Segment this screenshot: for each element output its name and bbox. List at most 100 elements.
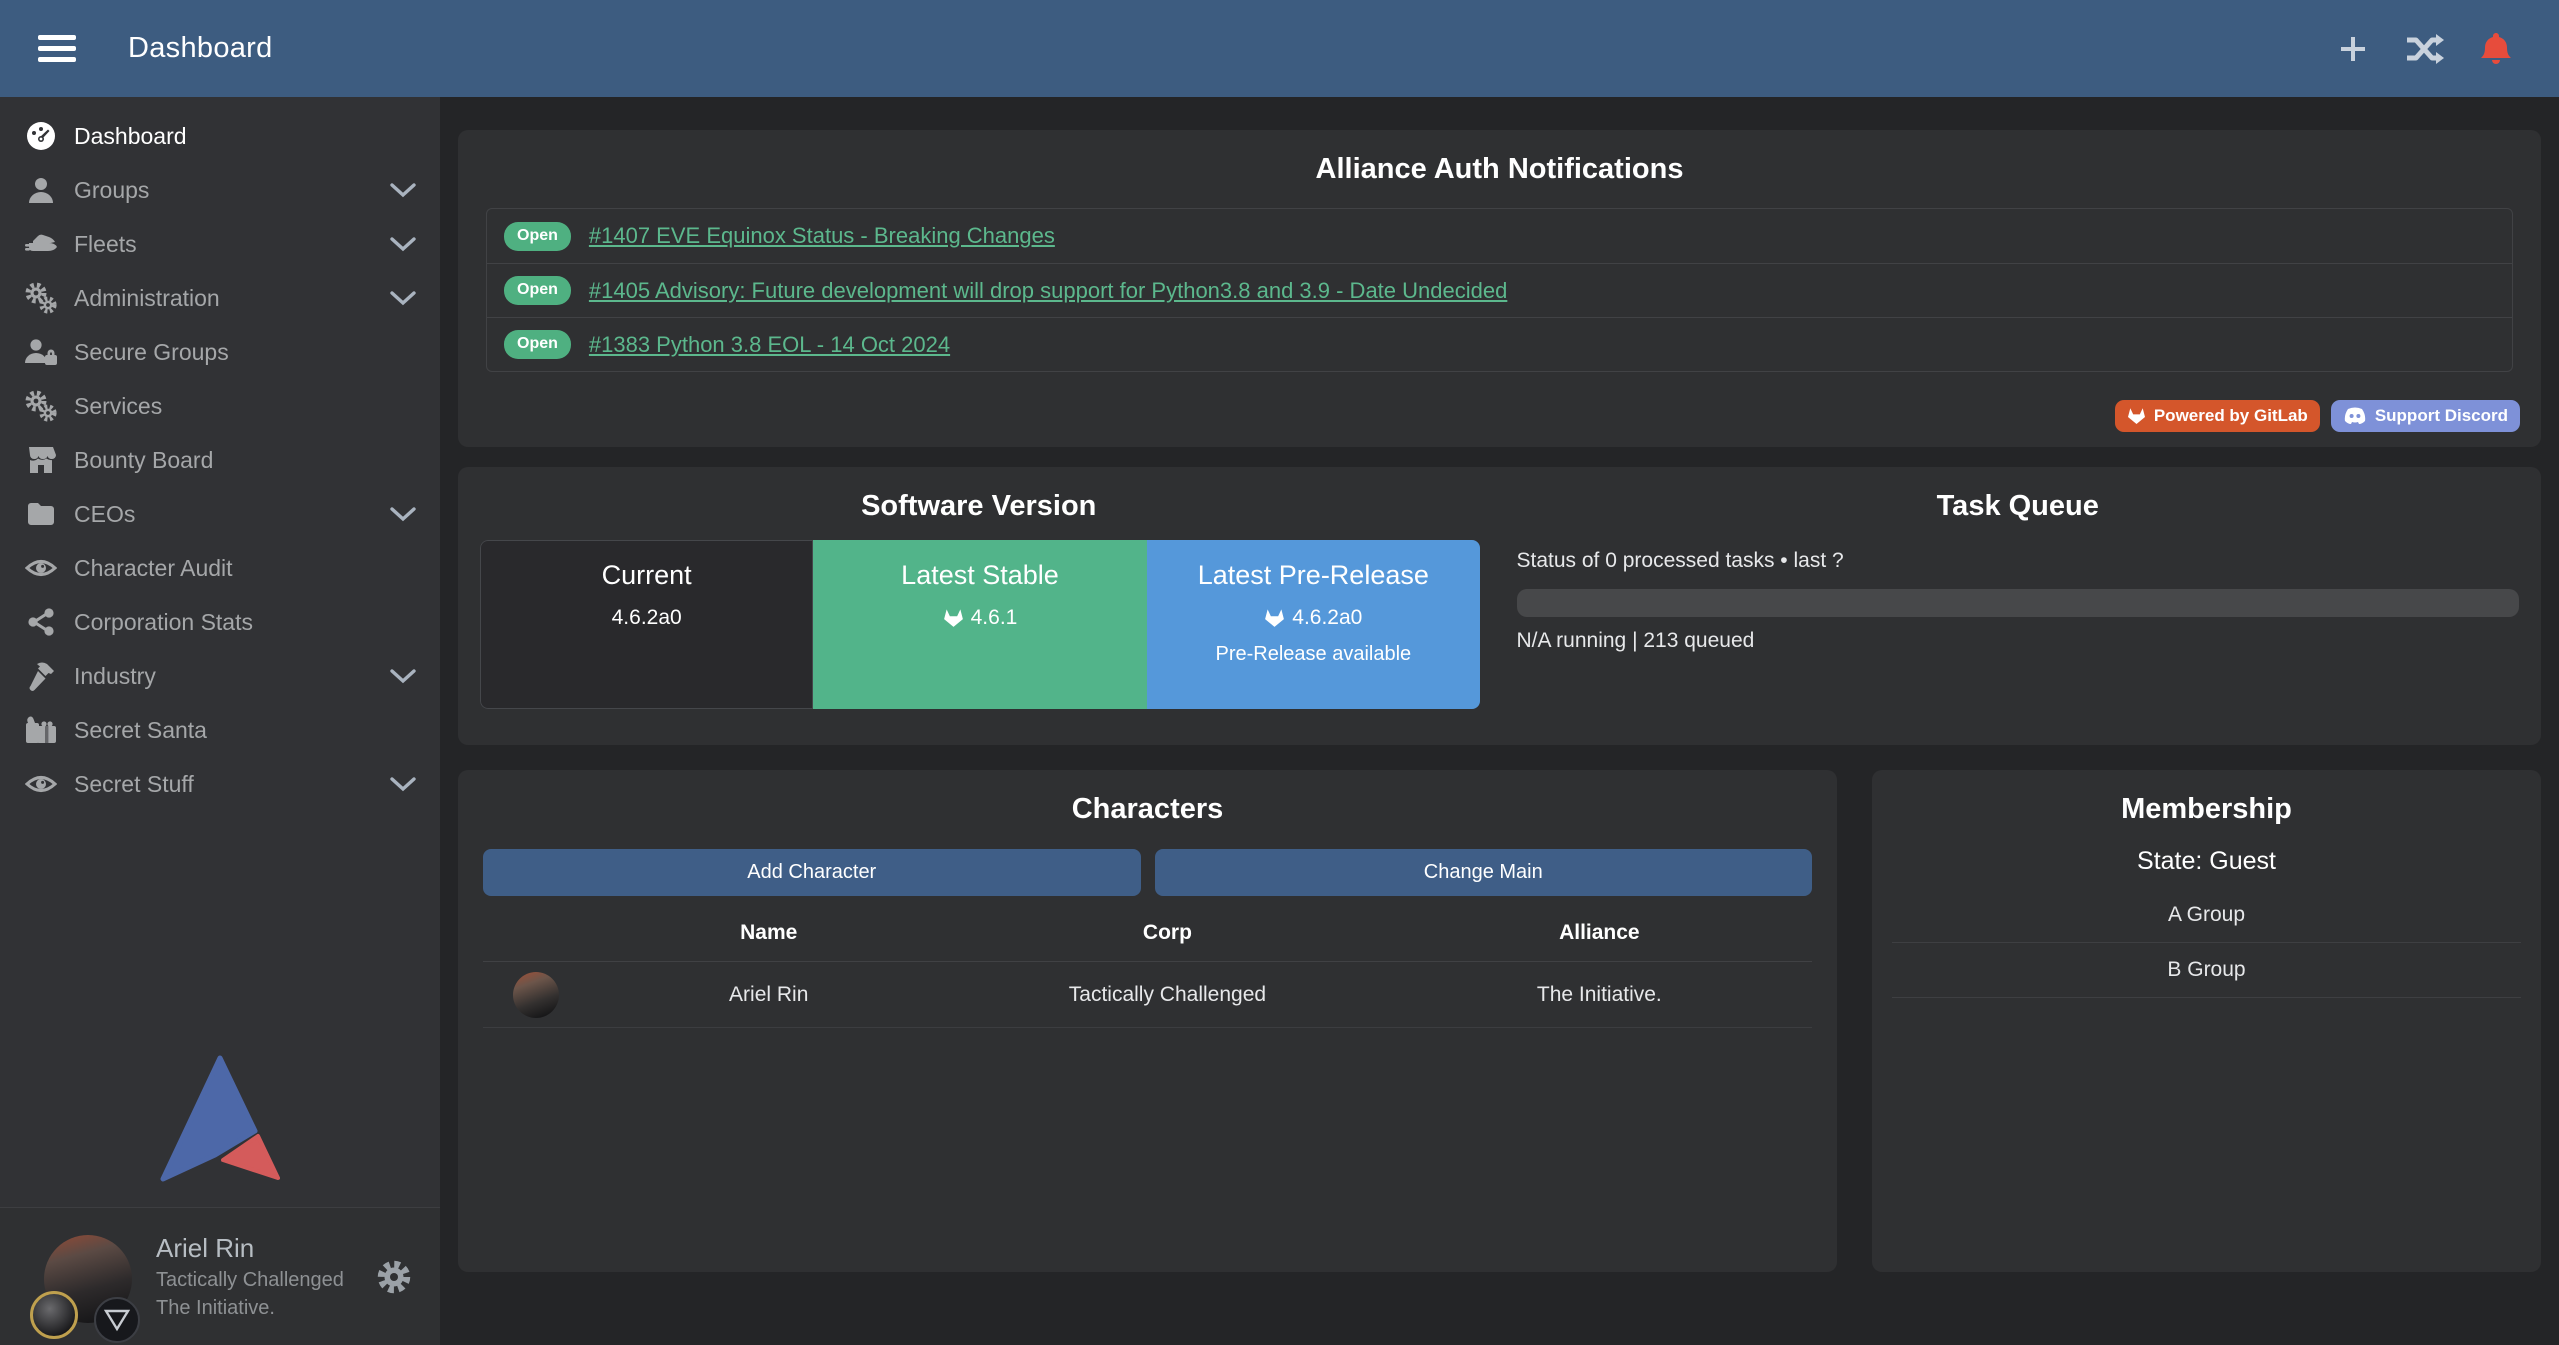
sidebar-item-label: Secret Stuff	[74, 771, 194, 798]
gear-icon[interactable]	[376, 1259, 412, 1295]
gitlab-badge[interactable]: Powered by GitLab	[2115, 400, 2320, 432]
notifications-panel: Alliance Auth Notifications Open #1407 E…	[458, 130, 2541, 447]
gitlab-icon	[1264, 608, 1285, 628]
sidebar-item-bounty-board[interactable]: Bounty Board	[0, 433, 440, 487]
version-stable-value: 4.6.1	[971, 606, 1018, 630]
sidebar-item-industry[interactable]: Industry	[0, 649, 440, 703]
sidebar-item-character-audit[interactable]: Character Audit	[0, 541, 440, 595]
user-alliance: The Initiative.	[156, 1297, 344, 1320]
sidebar-item-secret-stuff[interactable]: Secret Stuff	[0, 757, 440, 811]
cell-character-name: Ariel Rin	[589, 983, 948, 1007]
chevron-down-icon	[390, 291, 416, 306]
version-stable-label: Latest Stable	[813, 560, 1146, 591]
user-name: Ariel Rin	[156, 1233, 344, 1264]
sidebar-item-label: CEOs	[74, 501, 135, 528]
sidebar-item-groups[interactable]: Groups	[0, 163, 440, 217]
sidebar-item-dashboard[interactable]: Dashboard	[0, 109, 440, 163]
user-corp: Tactically Challenged	[156, 1269, 344, 1292]
sidebar-item-label: Secret Santa	[74, 717, 207, 744]
membership-groups-list: A Group B Group	[1892, 888, 2521, 998]
header-name: Name	[589, 921, 948, 945]
discord-icon	[2343, 407, 2367, 425]
notification-link[interactable]: #1383 Python 3.8 EOL - 14 Oct 2024	[589, 332, 950, 358]
plus-icon[interactable]	[2335, 31, 2371, 67]
sidebar-item-fleets[interactable]: Fleets	[0, 217, 440, 271]
list-item: A Group	[1892, 888, 2521, 943]
share-icon	[24, 607, 58, 637]
sidebar-item-label: Fleets	[74, 231, 137, 258]
page-title: Dashboard	[128, 32, 273, 65]
cell-character-alliance: The Initiative.	[1387, 983, 1812, 1007]
header-corp: Corp	[948, 921, 1387, 945]
sidebar-user-panel: Ariel Rin Tactically Challenged The Init…	[0, 1207, 440, 1345]
sidebar-item-secret-santa[interactable]: Secret Santa	[0, 703, 440, 757]
task-queue-progressbar	[1517, 589, 2520, 617]
notification-link[interactable]: #1405 Advisory: Future development will …	[589, 278, 1507, 304]
chevron-down-icon	[390, 777, 416, 792]
gifts-icon	[24, 715, 58, 745]
version-prerelease: Latest Pre-Release 4.6.2a0 Pre-Release a…	[1147, 540, 1480, 709]
notification-row: Open #1383 Python 3.8 EOL - 14 Oct 2024	[487, 317, 2512, 371]
membership-panel: Membership State: Guest A Group B Group	[1872, 770, 2541, 1272]
change-main-button[interactable]: Change Main	[1155, 849, 1813, 896]
shuttle-icon	[24, 229, 58, 259]
add-character-button[interactable]: Add Character	[483, 849, 1141, 896]
chevron-down-icon	[390, 669, 416, 684]
sidebar-item-administration[interactable]: Administration	[0, 271, 440, 325]
sidebar-item-label: Groups	[74, 177, 149, 204]
sidebar-item-label: Secure Groups	[74, 339, 229, 366]
header-alliance: Alliance	[1387, 921, 1812, 945]
sidebar-item-label: Bounty Board	[74, 447, 213, 474]
prerelease-note: Pre-Release available	[1147, 643, 1480, 666]
version-current: Current 4.6.2a0	[480, 540, 813, 709]
sidebar-item-secure-groups[interactable]: Secure Groups	[0, 325, 440, 379]
chevron-down-icon	[390, 183, 416, 198]
sidebar-item-label: Administration	[74, 285, 220, 312]
status-badge: Open	[504, 330, 571, 359]
table-row: Ariel Rin Tactically Challenged The Init…	[483, 962, 1812, 1028]
character-avatar	[513, 972, 559, 1018]
version-current-label: Current	[480, 560, 813, 591]
store-icon	[24, 445, 58, 475]
chevron-down-icon	[390, 237, 416, 252]
sidebar-item-services[interactable]: Services	[0, 379, 440, 433]
main-content: Alliance Auth Notifications Open #1407 E…	[440, 97, 2559, 1345]
bell-icon[interactable]	[2479, 31, 2513, 67]
sidebar-item-label: Services	[74, 393, 162, 420]
alliance-auth-logo	[0, 1054, 440, 1207]
shuffle-icon[interactable]	[2405, 33, 2445, 65]
notification-row: Open #1407 EVE Equinox Status - Breaking…	[487, 209, 2512, 263]
gitlab-icon	[943, 608, 964, 628]
task-queue-status: Status of 0 processed tasks • last ?	[1517, 549, 2520, 573]
characters-table-header: Name Corp Alliance	[483, 904, 1812, 962]
characters-table: Name Corp Alliance Ariel Rin Tactically …	[483, 904, 1812, 1028]
gears-icon	[24, 282, 58, 314]
software-version-title: Software Version	[458, 467, 1500, 523]
user-avatar	[22, 1211, 146, 1343]
notifications-list: Open #1407 EVE Equinox Status - Breaking…	[486, 208, 2513, 372]
eye-icon	[24, 554, 58, 582]
discord-badge[interactable]: Support Discord	[2331, 400, 2520, 432]
status-badge: Open	[504, 222, 571, 251]
hammer-icon	[24, 661, 58, 691]
notifications-title: Alliance Auth Notifications	[458, 130, 2541, 186]
version-stable: Latest Stable 4.6.1	[813, 540, 1146, 709]
sidebar-item-ceos[interactable]: CEOs	[0, 487, 440, 541]
sidebar: Dashboard Groups Fleets	[0, 97, 440, 1345]
alliance-logo-badge	[94, 1297, 140, 1343]
hamburger-menu-icon[interactable]	[38, 29, 76, 68]
notification-row: Open #1405 Advisory: Future development …	[487, 263, 2512, 317]
task-queue-title: Task Queue	[1517, 467, 2520, 523]
user-lock-icon	[24, 337, 58, 367]
sidebar-item-label: Character Audit	[74, 555, 233, 582]
sidebar-item-corporation-stats[interactable]: Corporation Stats	[0, 595, 440, 649]
top-navbar: Dashboard	[0, 0, 2559, 97]
notification-link[interactable]: #1407 EVE Equinox Status - Breaking Chan…	[589, 223, 1055, 249]
status-badge: Open	[504, 276, 571, 305]
folder-icon	[24, 501, 58, 527]
membership-state: State: Guest	[1872, 847, 2541, 876]
software-version-box: Current 4.6.2a0 Latest Stable 4.6.1 Late…	[480, 540, 1480, 709]
membership-title: Membership	[1872, 770, 2541, 826]
software-taskqueue-panel: Software Version Current 4.6.2a0 Latest …	[458, 467, 2541, 745]
version-prerelease-value: 4.6.2a0	[1292, 606, 1362, 630]
